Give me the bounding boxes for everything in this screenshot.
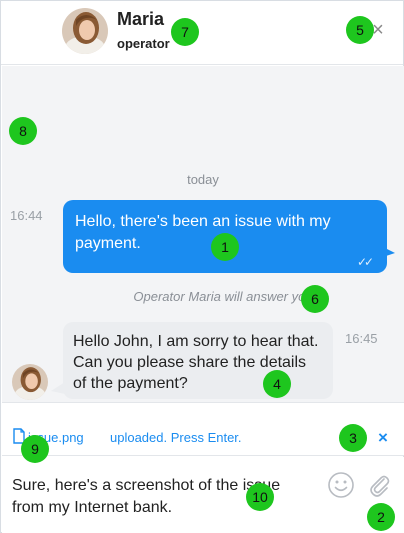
marker-6: 6: [301, 285, 329, 313]
day-separator: today: [187, 172, 219, 187]
operator-avatar-small: [12, 364, 48, 400]
outgoing-message-time: 16:44: [10, 208, 43, 223]
marker-3: 3: [339, 424, 367, 452]
operator-role: operator: [117, 36, 170, 51]
marker-2: 2: [367, 503, 395, 531]
upload-status-text: uploaded. Press Enter.: [110, 430, 242, 445]
chat-widget: Maria operator × today 16:44 Hello, ther…: [0, 0, 404, 533]
marker-9: 9: [21, 435, 49, 463]
marker-8: 8: [9, 117, 37, 145]
system-note: Operator Maria will answer you: [133, 289, 313, 304]
outgoing-message-text: Hello, there's been an issue with my pay…: [75, 213, 331, 252]
incoming-bubble-tail: [51, 382, 65, 394]
operator-avatar: [62, 8, 108, 54]
marker-5: 5: [346, 16, 374, 44]
paperclip-icon[interactable]: [365, 471, 393, 499]
incoming-message: Hello John, I am sorry to hear that. Can…: [63, 322, 333, 399]
message-list[interactable]: today 16:44 Hello, there's been an issue…: [2, 66, 404, 402]
marker-7: 7: [171, 18, 199, 46]
cancel-upload-button[interactable]: ×: [378, 428, 388, 448]
marker-1: 1: [211, 233, 239, 261]
marker-4: 4: [263, 370, 291, 398]
smiley-icon[interactable]: [327, 471, 355, 499]
marker-10: 10: [246, 483, 274, 511]
operator-name: Maria: [117, 9, 165, 29]
outgoing-bubble-tail: [383, 247, 395, 257]
incoming-message-time: 16:45: [345, 331, 378, 346]
read-receipt-icon: ✓✓: [357, 255, 374, 269]
chat-header: Maria operator ×: [1, 1, 403, 65]
